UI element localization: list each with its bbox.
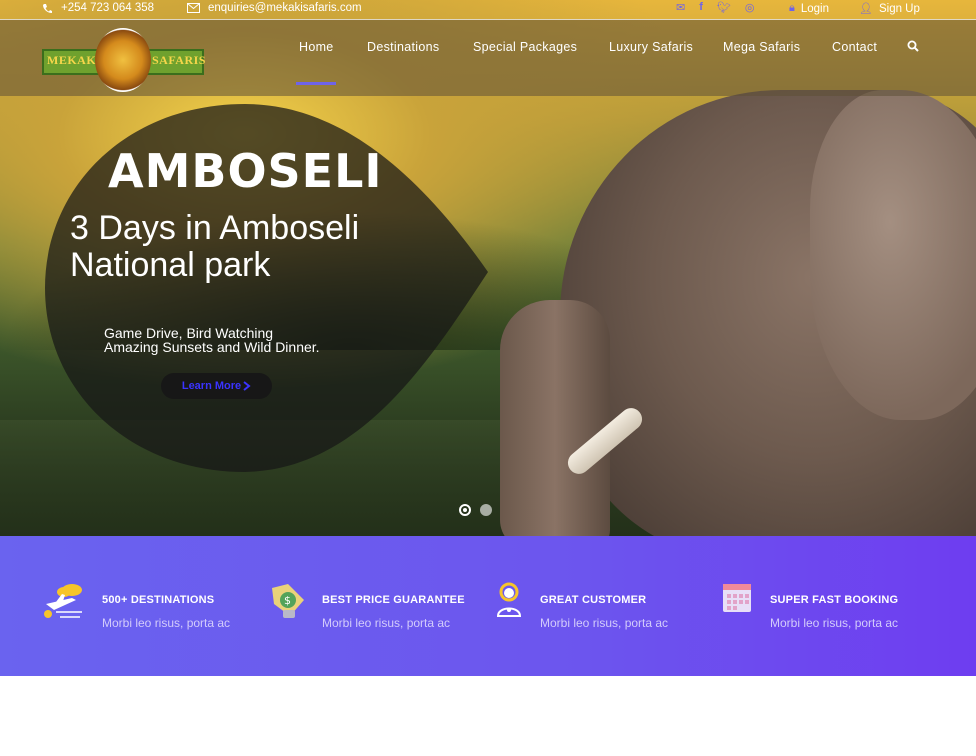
signup-label: Sign Up bbox=[878, 2, 920, 15]
hero-subtitle: 3 Days in Amboseli National park bbox=[70, 209, 360, 284]
instagram-icon[interactable]: ◎ bbox=[745, 1, 755, 14]
nav-item-mega-safaris[interactable]: Mega Safaris bbox=[723, 40, 800, 54]
nav-item-special-packages[interactable]: Special Packages bbox=[473, 40, 577, 54]
feature-description: Morbi leo risus, porta ac bbox=[540, 616, 669, 630]
login-label: Login bbox=[800, 2, 829, 15]
logo-left-word: MEKAKI bbox=[47, 53, 102, 67]
learn-more-button[interactable]: Learn More bbox=[161, 373, 272, 399]
phone-number: +254 723 064 358 bbox=[61, 2, 155, 14]
twitter-icon[interactable]: 🐦︎ bbox=[717, 1, 731, 14]
hero-description-line: Amazing Sunsets and Wild Dinner. bbox=[104, 339, 320, 355]
email-address: enquiries@mekakisafaris.com bbox=[208, 2, 362, 14]
envelope-icon[interactable]: ✉ bbox=[676, 1, 685, 14]
lion-logo-icon bbox=[95, 28, 151, 92]
logo-right-word: SAFARIS bbox=[152, 53, 206, 67]
social-links: ✉ f 🐦︎ ◎ bbox=[676, 1, 754, 14]
nav-item-destinations[interactable]: Destinations bbox=[367, 40, 439, 54]
search-icon[interactable] bbox=[907, 40, 919, 56]
svg-text:$: $ bbox=[284, 594, 291, 607]
feature-description: Morbi leo risus, porta ac bbox=[322, 616, 451, 630]
feature-title: BEST PRICE GUARANTEE bbox=[322, 594, 465, 606]
nav-item-luxury-safaris[interactable]: Luxury Safaris bbox=[609, 40, 693, 54]
features-bar: 500+ DESTINATIONS Morbi leo risus, porta… bbox=[0, 536, 976, 676]
feature-title: SUPER FAST BOOKING bbox=[770, 594, 899, 606]
login-link[interactable]: 🔒︎ Login bbox=[789, 2, 829, 15]
plane-cloud-icon bbox=[44, 584, 82, 618]
customer-support-icon bbox=[496, 582, 522, 617]
slider-dot-active[interactable] bbox=[459, 504, 471, 516]
signup-link[interactable]: 👤︎ Sign Up bbox=[859, 2, 920, 16]
nav-item-home[interactable]: Home bbox=[299, 40, 334, 54]
facebook-icon[interactable]: f bbox=[699, 1, 703, 14]
calendar-icon bbox=[723, 584, 751, 612]
email-contact[interactable]: enquiries@mekakisafaris.com bbox=[187, 2, 362, 14]
phone-icon bbox=[43, 3, 52, 13]
top-info-bar: +254 723 064 358 enquiries@mekakisafaris… bbox=[0, 0, 976, 18]
feature-description: Morbi leo risus, porta ac bbox=[102, 616, 231, 630]
price-tag-icon: $ bbox=[272, 584, 304, 618]
lock-icon: 🔒︎ bbox=[789, 2, 795, 14]
site-logo[interactable]: MEKAKI SAFARIS bbox=[42, 28, 206, 92]
feature-title: GREAT CUSTOMER bbox=[540, 594, 647, 606]
learn-more-label: Learn More bbox=[181, 380, 242, 392]
nav-active-indicator bbox=[296, 82, 336, 85]
chevron-right-icon bbox=[243, 381, 251, 391]
main-navbar: MEKAKI SAFARIS Home Destinations Special… bbox=[0, 19, 976, 96]
feature-description: Morbi leo risus, porta ac bbox=[770, 616, 899, 630]
phone-contact[interactable]: +254 723 064 358 bbox=[42, 2, 154, 14]
hero-description-line: Game Drive, Bird Watching bbox=[104, 325, 274, 341]
slider-dot[interactable] bbox=[480, 504, 492, 516]
search-icon-glyph bbox=[907, 40, 919, 52]
feature-title: 500+ DESTINATIONS bbox=[102, 594, 215, 606]
user-icon: 👤︎ bbox=[859, 3, 873, 15]
hero-title: AMBOSELI bbox=[108, 144, 383, 198]
envelope-icon bbox=[187, 3, 200, 13]
nav-item-contact[interactable]: Contact bbox=[832, 40, 877, 54]
hero-description: Game Drive, Bird Watching Amazing Sunset… bbox=[104, 326, 404, 354]
